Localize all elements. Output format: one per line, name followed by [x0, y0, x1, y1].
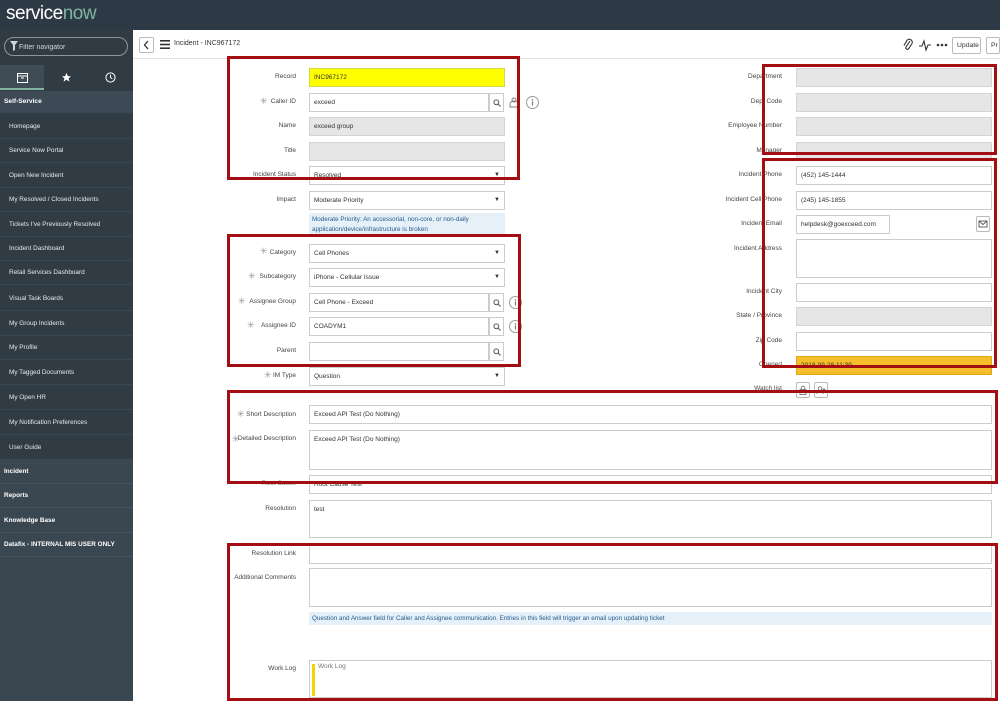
archive-icon [16, 72, 28, 83]
logo-text-now: now [62, 3, 97, 24]
servicenow-logo[interactable]: servicenow [6, 3, 97, 25]
navigator-tabs [0, 65, 133, 90]
filter-icon [10, 41, 18, 51]
nav-item-previously-resolved[interactable]: Tickets I've Previously Resolved [0, 213, 133, 237]
nav-item-my-resolved-closed[interactable]: My Resolved / Closed Incidents [0, 188, 133, 212]
app-knowledge-base[interactable]: Knowledge Base [0, 509, 133, 533]
highlight-box [762, 64, 997, 155]
highlight-box [227, 390, 998, 484]
tab-all-applications[interactable] [0, 65, 44, 90]
resolution-label: Resolution [265, 505, 296, 512]
nav-item-open-new-incident[interactable]: Open New Incident [0, 164, 133, 188]
nav-item-retail-dashboard[interactable]: Retail Services Dashboard [0, 261, 133, 285]
form-header: Incident - INC967172 Update Pr [133, 30, 1000, 59]
im-type-select[interactable]: Question [309, 367, 505, 386]
nav-item-user-guide[interactable]: User Guide [0, 436, 133, 460]
nav-apps-area: Incident Reports Knowledge Base Datafix … [0, 460, 133, 701]
star-icon [61, 72, 71, 82]
im-type-label: IM Type [272, 372, 296, 379]
tab-favorites[interactable] [44, 65, 88, 90]
nav-item-my-group-incidents[interactable]: My Group Incidents [0, 312, 133, 336]
info-icon [531, 99, 534, 106]
menu-icon[interactable] [160, 40, 170, 49]
app-incident[interactable]: Incident [0, 460, 133, 484]
highlight-box [227, 543, 998, 701]
filter-navigator [4, 37, 128, 56]
nav-item-my-open-hr[interactable]: My Open HR [0, 386, 133, 410]
nav-item-visual-task-boards[interactable]: Visual Task Boards [0, 287, 133, 311]
impact-label: Impact [276, 196, 296, 203]
more-options-icon[interactable] [936, 38, 948, 52]
update-button[interactable]: Update [952, 37, 981, 54]
nav-item-notification-prefs[interactable]: My Notification Preferences [0, 411, 133, 435]
nav-item-service-now-portal[interactable]: Service Now Portal [0, 139, 133, 163]
chevron-left-icon [143, 40, 149, 50]
form-title: Incident - INC967172 [174, 40, 241, 47]
impact-select[interactable]: Moderate Priority [309, 191, 505, 210]
app-reports[interactable]: Reports [0, 484, 133, 508]
caller-info-button[interactable] [526, 96, 539, 109]
highlight-box [227, 234, 521, 367]
nav-item-homepage[interactable]: Homepage [0, 115, 133, 139]
app-datafix[interactable]: Datafix - INTERNAL MIS USER ONLY [0, 533, 133, 557]
tab-history[interactable] [88, 65, 132, 90]
filter-input[interactable] [19, 41, 124, 53]
nav-item-my-profile[interactable]: My Profile [0, 336, 133, 360]
logo-text: service [6, 3, 63, 24]
back-button[interactable] [139, 37, 154, 53]
paperclip-icon[interactable] [903, 38, 913, 52]
application-navigator: Self-Service Homepage Service Now Portal… [0, 30, 133, 701]
partial-button[interactable]: Pr [986, 37, 1000, 54]
nav-item-my-tagged-documents[interactable]: My Tagged Documents [0, 361, 133, 385]
activity-icon[interactable] [919, 38, 931, 52]
clock-icon [104, 72, 116, 83]
highlight-box [762, 158, 997, 368]
incident-form: Record INC967172 ✳ Caller ID exceed Name… [133, 56, 1000, 701]
impact-help-text: Moderate Priority: An accessorial, non-c… [309, 213, 505, 235]
required-icon: ✳ [264, 370, 272, 380]
nav-item-incident-dashboard[interactable]: Incident Dashboard [0, 237, 133, 261]
highlight-box [227, 56, 520, 180]
section-self-service[interactable]: Self-Service [0, 91, 133, 113]
top-banner: servicenow [0, 0, 1000, 30]
resolution-textarea[interactable]: test [309, 500, 992, 538]
